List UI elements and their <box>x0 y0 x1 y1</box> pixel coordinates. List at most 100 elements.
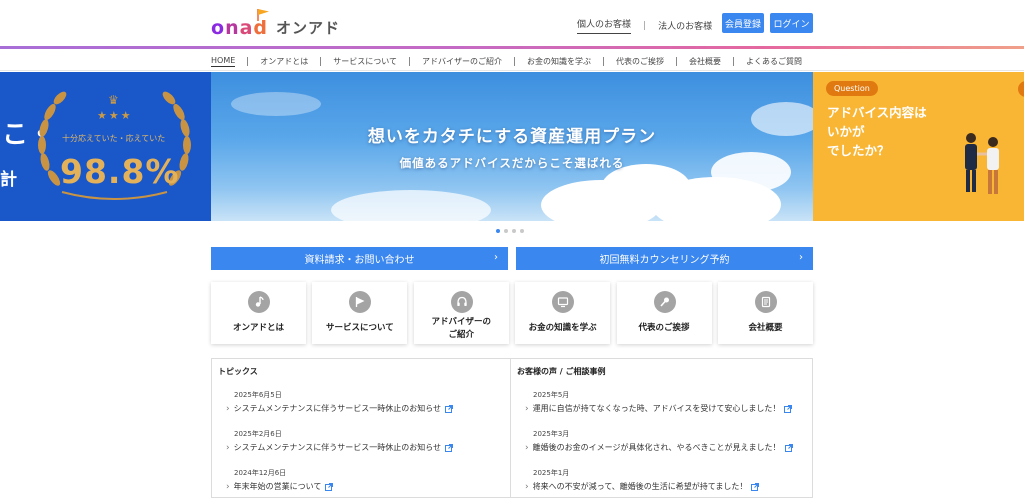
nav-item-learn[interactable]: お金の知識を学ぶ <box>527 56 591 67</box>
hero-slide-next[interactable]: Question アドバイス内容は いかが でしたか？ <box>813 72 1024 221</box>
tile-greeting[interactable]: 代表のご挨拶 <box>616 282 712 344</box>
divider: | <box>643 20 647 31</box>
logo-flag-icon <box>257 9 269 21</box>
music-note-icon <box>248 291 270 313</box>
inquiry-button[interactable]: 資料請求・お問い合わせ › <box>211 247 508 270</box>
nav-divider <box>733 56 735 66</box>
tile-about[interactable]: オンアドとは <box>211 282 306 344</box>
nav-divider <box>247 56 249 66</box>
chevron-right-icon: › <box>525 403 529 414</box>
item-date: 2025年5月 <box>533 391 570 399</box>
tile-label: 代表のご挨拶 <box>638 323 690 333</box>
next-slide-peek <box>1018 81 1024 97</box>
carousel-dot[interactable] <box>512 229 516 233</box>
nav-item-greeting[interactable]: 代表のご挨拶 <box>616 56 664 67</box>
voices-heading: お客様の声 / ご相談事例 <box>517 367 606 376</box>
item-date: 2024年12月6日 <box>234 469 287 477</box>
tile-label: アドバイザーの ご紹介 <box>431 317 492 340</box>
nav-divider <box>603 56 605 66</box>
chevron-right-icon: › <box>525 481 529 492</box>
item-title: 離婚後のお金のイメージが具体化され、やるべきことが見えました！ <box>532 443 781 452</box>
hero-prev-text-2: 計 <box>0 170 17 190</box>
microphone-icon <box>653 291 676 313</box>
carousel-dot[interactable] <box>504 229 508 233</box>
item-link[interactable]: › 離婚後のお金のイメージが具体化され、やるべきことが見えました！ <box>525 442 793 453</box>
nav-item-faq[interactable]: よくあるご質問 <box>746 56 802 67</box>
nav-item-company[interactable]: 会社概要 <box>689 56 721 67</box>
item-date: 2025年2月6日 <box>234 430 282 438</box>
nav-item-advisors[interactable]: アドバイザーのご紹介 <box>422 56 502 67</box>
three-stars-icon: ★★★ <box>97 109 133 122</box>
audience-switch: 個人のお客様 | 法人のお客様 <box>577 17 712 34</box>
personal-customers-link[interactable]: 個人のお客様 <box>577 17 632 34</box>
question-text: アドバイス内容は いかが でしたか？ <box>827 105 927 158</box>
tile-learn[interactable]: お金の知識を学ぶ <box>515 282 611 344</box>
topics-panel: トピックス 2025年6月5日 › システムメンテナンスに伴うサービス一時休止の… <box>211 358 514 498</box>
cloud-decoration <box>231 92 321 116</box>
item-title: システムメンテナンスに伴うサービス一時休止のお知らせ <box>233 404 442 413</box>
site-logo[interactable]: onad オンアド <box>211 9 340 39</box>
carousel-dot[interactable] <box>520 229 524 233</box>
flag-icon <box>349 291 372 313</box>
nav-item-services[interactable]: サービスについて <box>333 56 397 67</box>
item-link[interactable]: › 年末年始の営業について <box>226 481 334 492</box>
nav-item-about[interactable]: オンアドとは <box>260 56 308 67</box>
external-link-icon <box>751 482 760 491</box>
tile-company[interactable]: 会社概要 <box>717 282 813 344</box>
item-link[interactable]: › システムメンテナンスに伴うサービス一時休止のお知らせ <box>226 442 454 453</box>
topics-heading: トピックス <box>218 367 258 376</box>
crown-icon: ♛ <box>108 93 119 107</box>
item-link[interactable]: › 運用に自信が持てなくなった時、アドバイスを受けて安心しました！ <box>525 403 793 414</box>
tile-label: 会社概要 <box>748 323 783 333</box>
hero-carousel[interactable]: こ・ 計 ♛ ★★★ 十分応えていた・応えていた 98.8% 想いをカタチにする… <box>0 72 1024 221</box>
chevron-right-icon: › <box>525 442 529 453</box>
satisfaction-caption: 十分応えていた・応えていた <box>62 134 166 143</box>
cloud-decoration <box>331 190 491 221</box>
item-link[interactable]: › 将来への不安が減って、離婚後の生活に希望が持てました！ <box>525 481 760 492</box>
handshake-people-icon <box>965 133 999 194</box>
document-icon <box>754 291 777 313</box>
question-badge: Question <box>826 81 878 96</box>
item-date: 2025年3月 <box>533 430 570 438</box>
item-date: 2025年1月 <box>533 469 570 477</box>
counseling-button-label: 初回無料カウンセリング予約 <box>599 255 730 266</box>
headset-icon <box>450 291 473 313</box>
chevron-right-icon: › <box>799 252 803 263</box>
nav-item-home[interactable]: HOME <box>211 56 236 67</box>
hero-subtitle: 価値あるアドバイスだからこそ選ばれる <box>399 156 625 170</box>
tile-advisors[interactable]: アドバイザーの ご紹介 <box>413 282 509 344</box>
nav-divider <box>409 56 411 66</box>
monitor-icon <box>552 291 575 313</box>
register-button[interactable]: 会員登録 <box>722 13 764 33</box>
item-title: 将来への不安が減って、離婚後の生活に希望が持てました！ <box>532 482 748 491</box>
counseling-button[interactable]: 初回無料カウンセリング予約 › <box>516 247 813 270</box>
external-link-icon <box>784 404 793 413</box>
tile-label: サービスについて <box>326 323 394 333</box>
external-link-icon <box>784 443 793 452</box>
logo-name: オンアド <box>276 19 341 37</box>
hero-slide-prev[interactable]: こ・ 計 ♛ ★★★ 十分応えていた・応えていた 98.8% <box>0 72 211 221</box>
carousel-dots <box>496 229 524 233</box>
satisfaction-percent: 98.8% <box>60 152 180 191</box>
tile-services[interactable]: サービスについて <box>312 282 408 344</box>
item-title: システムメンテナンスに伴うサービス一時休止のお知らせ <box>233 443 442 452</box>
corporate-customers-link[interactable]: 法人のお客様 <box>658 19 712 32</box>
carousel-dot[interactable] <box>496 229 500 233</box>
item-link[interactable]: › システムメンテナンスに伴うサービス一時休止のお知らせ <box>226 403 454 414</box>
external-link-icon <box>445 404 454 413</box>
voices-panel: お客様の声 / ご相談事例 2025年5月 › 運用に自信が持てなくなった時、ア… <box>510 358 813 498</box>
external-link-icon <box>325 482 334 491</box>
chevron-right-icon: › <box>226 403 230 414</box>
quick-links: オンアドとは サービスについて アドバイザーの ご紹介 お金の知識を学ぶ 代表の… <box>211 282 813 344</box>
hero-slide-current[interactable]: 想いをカタチにする資産運用プラン 価値あるアドバイスだからこそ選ばれる <box>211 72 813 221</box>
nav-divider <box>514 56 516 66</box>
site-header: onad オンアド 個人のお客様 | 法人のお客様 会員登録 ログイン <box>0 0 1024 47</box>
inquiry-button-label: 資料請求・お問い合わせ <box>304 255 415 266</box>
tile-label: オンアドとは <box>232 323 284 333</box>
header-gradient-rule <box>0 46 1024 49</box>
chevron-right-icon: › <box>226 481 230 492</box>
nav-divider <box>320 56 322 66</box>
item-title: 運用に自信が持てなくなった時、アドバイスを受けて安心しました！ <box>532 404 781 413</box>
nav-divider <box>676 56 678 66</box>
login-button[interactable]: ログイン <box>770 13 813 33</box>
